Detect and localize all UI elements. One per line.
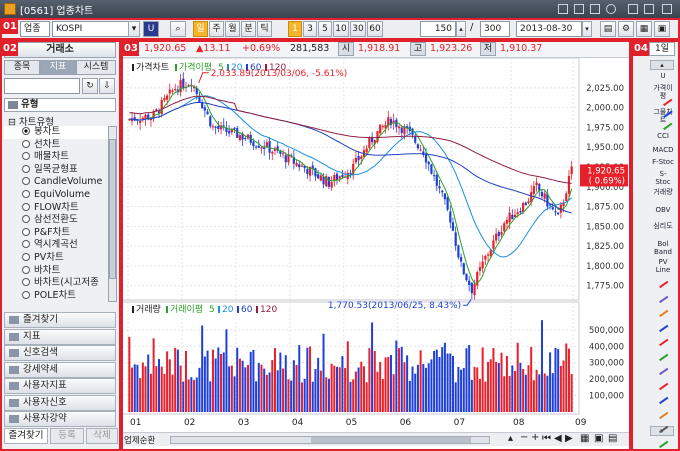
badge-02: 02 xyxy=(2,42,18,56)
toolbar-frame xyxy=(0,18,680,40)
app-icon xyxy=(4,3,16,15)
bottom-tab-delete[interactable]: 삭제 xyxy=(86,428,118,444)
left-frame xyxy=(0,40,121,451)
right-frame xyxy=(631,40,680,451)
badge-03: 03 xyxy=(123,42,139,56)
help-icon[interactable] xyxy=(606,4,616,14)
close-icon[interactable] xyxy=(662,4,672,14)
pin-icon[interactable] xyxy=(574,4,584,14)
chart-frame xyxy=(121,40,631,451)
badge-04: 04 xyxy=(633,42,649,56)
bottom-tab-favorites[interactable]: 즐겨찾기 xyxy=(4,428,48,444)
link-icon[interactable] xyxy=(558,4,568,14)
maximize-icon[interactable] xyxy=(644,4,654,14)
badge-01: 01 xyxy=(2,20,18,34)
minimize-icon[interactable] xyxy=(628,4,638,14)
window-title: [0561] 업종차트 xyxy=(20,6,94,17)
bottom-tab-register[interactable]: 등록 xyxy=(50,428,84,444)
title-bar: [0561] 업종차트 xyxy=(0,0,680,18)
settings-icon[interactable] xyxy=(590,4,600,14)
